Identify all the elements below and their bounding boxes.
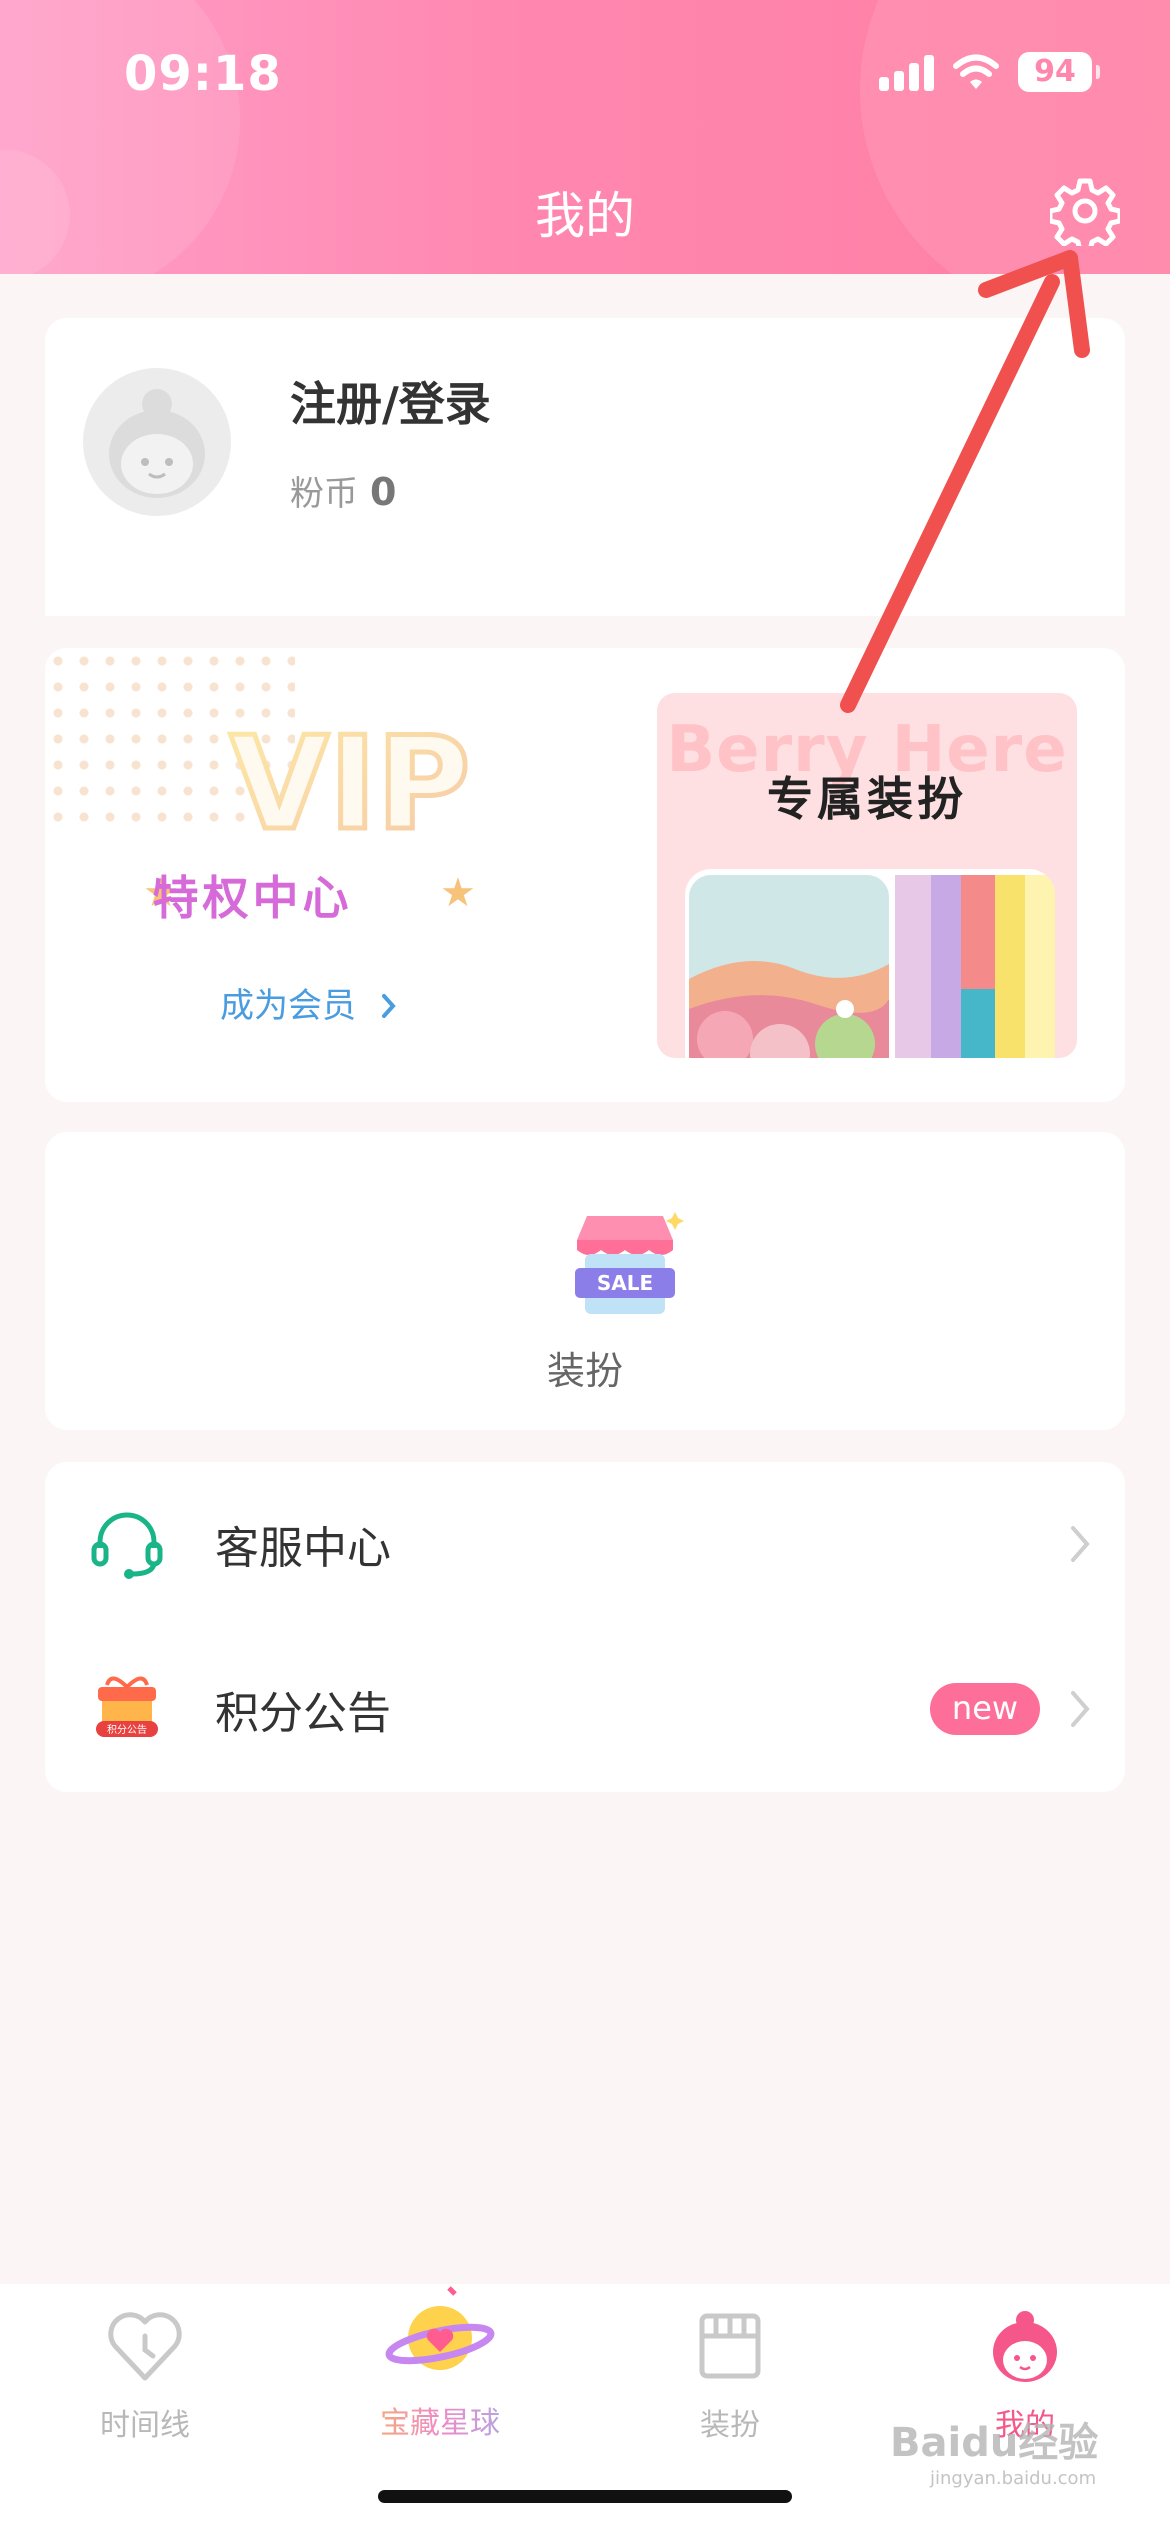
menu-item-points-notice[interactable]: 积分公告 积分公告 new: [45, 1627, 1125, 1792]
avatar[interactable]: [83, 368, 231, 516]
coins-display: 粉币 0: [290, 466, 396, 515]
theme-preview-gallery: [685, 869, 1055, 1058]
home-indicator: [378, 2490, 792, 2503]
sale-shop-icon: SALE: [575, 1212, 684, 1314]
vip-subtitle: 特权中心: [152, 871, 353, 925]
coins-value: 0: [370, 470, 397, 514]
tab-label: 宝藏星球: [330, 2398, 550, 2442]
vip-logo-text: VIP: [230, 710, 471, 850]
dressup-card[interactable]: SALE 装扮: [45, 1132, 1125, 1430]
storefront-icon: [699, 2313, 761, 2379]
exclusive-dressup-banner[interactable]: Berry Here 专属装扮: [657, 693, 1077, 1058]
become-member-label: 成为会员: [220, 986, 356, 1026]
dressup-label: 装扮: [546, 1349, 623, 1393]
battery-indicator: 94: [1018, 52, 1100, 92]
menu-label: 客服中心: [215, 1523, 391, 1574]
chevron-right-icon: [1071, 1691, 1090, 1727]
headset-icon: [91, 1512, 163, 1579]
menu-label: 积分公告: [215, 1688, 391, 1739]
status-icons: 94: [879, 52, 1100, 92]
tab-treasure-planet[interactable]: 宝藏星球: [330, 2284, 550, 2484]
tab-label: 装扮: [700, 2408, 760, 2443]
tab-label: 时间线: [100, 2408, 190, 2443]
vip-logo: VIP: [227, 710, 473, 850]
tab-dressup[interactable]: 装扮: [620, 2306, 840, 2506]
header: 09:18 94 我的: [0, 0, 1170, 274]
wifi-icon: [953, 54, 999, 89]
status-time: 09:18: [124, 46, 282, 102]
heart-clock-icon: [108, 2312, 182, 2381]
sale-badge-text: SALE: [597, 1271, 653, 1295]
chevron-right-icon: [1071, 1526, 1090, 1562]
login-register-link[interactable]: 注册/登录: [290, 368, 491, 434]
chevron-right-icon: [381, 994, 396, 1018]
points-gift-icon: 积分公告: [96, 1676, 158, 1737]
menu-list: 客服中心 积分公告 积分公告 new: [45, 1462, 1125, 1792]
gear-icon[interactable]: [1050, 176, 1120, 246]
default-avatar-icon: [109, 389, 205, 498]
points-icon-text: 积分公告: [107, 1723, 147, 1736]
page-title: 我的: [535, 187, 635, 245]
girl-avatar-icon: [993, 2311, 1057, 2382]
watermark-line1: Baidu经验: [890, 2420, 1099, 2466]
baidu-watermark: Baidu经验 jingyan.baidu.com: [890, 2410, 1098, 2489]
landscape-theme-image: [689, 875, 1055, 1058]
coins-label: 粉币: [290, 474, 358, 514]
vip-card[interactable]: VIP ★ ★ 特权中心 成为会员 Berry Here 专属装扮: [45, 648, 1125, 1102]
menu-item-customer-service[interactable]: 客服中心: [45, 1462, 1125, 1627]
banner-title: 专属装扮: [767, 772, 967, 826]
planet-heart-icon: [385, 2286, 495, 2370]
tab-timeline[interactable]: 时间线: [35, 2306, 255, 2506]
profile-card[interactable]: 注册/登录 粉币 0: [45, 318, 1125, 616]
become-member-link[interactable]: 成为会员: [220, 978, 399, 1027]
watermark-line2: jingyan.baidu.com: [930, 2468, 1097, 2489]
new-badge: new: [930, 1683, 1040, 1735]
cellular-signal-icon: [879, 53, 934, 91]
